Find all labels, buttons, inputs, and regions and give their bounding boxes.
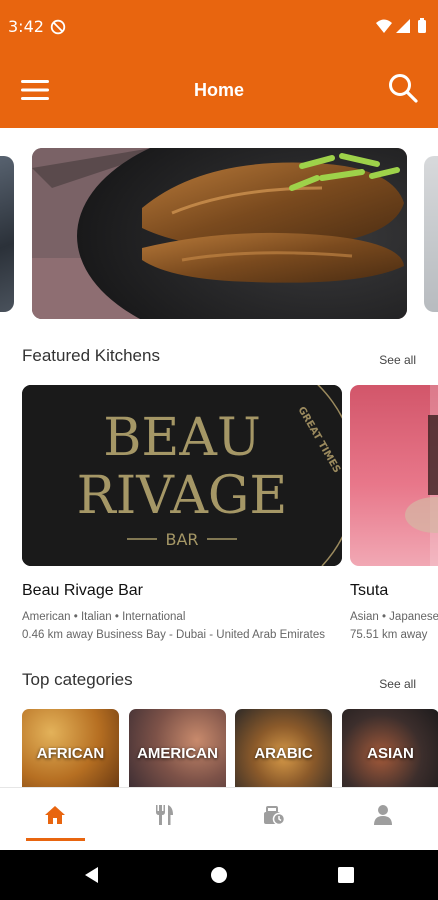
kitchen-location: 75.51 km away xyxy=(350,629,428,641)
category-label: ARABIC xyxy=(254,745,313,762)
category-tile-asian[interactable]: ASIAN xyxy=(342,709,438,787)
app-bar: Home xyxy=(0,54,438,128)
kitchen-cuisines: Asian • Japanese xyxy=(350,611,438,623)
category-label: AMERICAN xyxy=(137,745,218,762)
fork-knife-icon xyxy=(156,805,173,825)
battery-icon xyxy=(418,20,426,33)
category-tile-american[interactable]: AMERICAN xyxy=(129,709,226,787)
signal-icon xyxy=(396,19,410,33)
category-tile-arabic[interactable]: ARABIC xyxy=(235,709,332,787)
tsuta-image xyxy=(405,385,438,566)
top-categories-see-all-link[interactable]: See all xyxy=(379,677,416,691)
orders-icon xyxy=(264,806,286,826)
kitchen-logo-image xyxy=(350,385,438,566)
recents-square-icon[interactable] xyxy=(336,865,356,885)
home-screen: 3:42 Home Featured Kitchens See all BEAU… xyxy=(0,0,438,900)
kitchen-location: 0.46 km away Business Bay - Dubai - Unit… xyxy=(22,629,325,641)
beau-rivage-logo: BEAU RIVAGE BAR GREAT TIMES xyxy=(22,385,342,566)
dnd-icon xyxy=(50,19,66,35)
page-title: Home xyxy=(193,80,244,100)
category-tile-african[interactable]: AFRICAN xyxy=(22,709,119,787)
status-bar: 3:42 xyxy=(0,0,438,54)
nav-tab-home[interactable] xyxy=(37,804,73,832)
bottom-navigation xyxy=(0,787,438,850)
kitchen-logo-image: BEAU RIVAGE BAR GREAT TIMES xyxy=(22,385,342,566)
category-label: ASIAN xyxy=(367,745,414,762)
back-icon[interactable] xyxy=(82,865,102,885)
home-circle-icon[interactable] xyxy=(209,865,229,885)
home-icon xyxy=(45,806,65,824)
banner-slide-current[interactable] xyxy=(32,148,407,319)
status-time: 3:42 xyxy=(8,17,44,36)
svg-text:BEAU: BEAU xyxy=(103,408,261,468)
featured-kitchens-heading: Featured Kitchens xyxy=(22,346,160,365)
kitchen-card[interactable]: BEAU RIVAGE BAR GREAT TIMES Beau Rivage … xyxy=(22,385,342,641)
nav-tab-orders[interactable] xyxy=(256,804,292,832)
banner-slide-next[interactable] xyxy=(424,156,438,312)
top-categories-heading: Top categories xyxy=(22,670,133,689)
system-navigation-bar xyxy=(0,850,438,900)
status-system-icons xyxy=(376,18,426,33)
nav-tab-profile[interactable] xyxy=(365,804,401,832)
kitchen-cuisines: American • Italian • International xyxy=(22,611,186,623)
active-tab-indicator xyxy=(26,838,85,841)
profile-icon xyxy=(374,805,392,825)
banner-slide-previous[interactable] xyxy=(0,156,14,312)
kitchen-name: Tsuta xyxy=(350,582,389,599)
nav-tab-menu[interactable] xyxy=(146,804,182,832)
svg-text:RIVAGE: RIVAGE xyxy=(77,466,288,526)
wifi-icon xyxy=(376,19,392,33)
kitchen-card[interactable]: Tsuta Asian • Japanese 75.51 km away xyxy=(350,385,438,641)
banner-food-image xyxy=(32,148,407,319)
search-icon[interactable] xyxy=(386,71,420,105)
svg-text:BAR: BAR xyxy=(165,530,198,549)
featured-kitchens-see-all-link[interactable]: See all xyxy=(379,353,416,367)
category-label: AFRICAN xyxy=(36,745,105,762)
kitchen-name: Beau Rivage Bar xyxy=(22,582,143,599)
